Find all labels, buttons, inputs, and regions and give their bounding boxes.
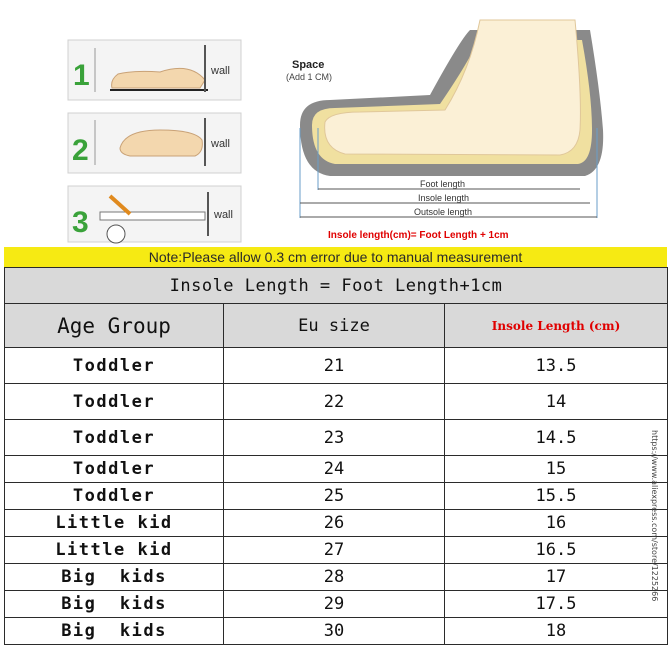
space-label: Space	[292, 59, 324, 71]
eu-cell: 28	[223, 563, 445, 591]
table-row: Toddler 24 15	[4, 455, 669, 483]
eu-cell: 26	[223, 509, 445, 537]
age-cell: Little kid	[4, 509, 224, 537]
foot-length-label: Foot length	[420, 179, 465, 189]
insole-cell: 17.5	[443, 590, 669, 618]
insole-cell: 13.5	[443, 347, 669, 384]
eu-cell: 24	[223, 455, 445, 483]
table-row: Toddler 22 14	[4, 383, 669, 420]
table-row: Toddler 25 15.5	[4, 482, 669, 510]
step-1-wall: wall	[210, 65, 230, 77]
size-table-wrapper: Insole Length = Foot Length+1cm Age Grou…	[3, 267, 669, 645]
table-row: Big kids 29 17.5	[4, 590, 669, 618]
table-title: Insole Length = Foot Length+1cm	[3, 267, 669, 304]
shoe-diagram: Space (Add 1 CM) Foot length Insole leng…	[286, 19, 604, 241]
eu-cell: 27	[223, 536, 445, 564]
step-3-number: 3	[72, 206, 89, 239]
insole-cell: 15.5	[443, 482, 669, 510]
table-row: Little kid 27 16.5	[4, 536, 669, 564]
eu-cell: 21	[223, 347, 445, 384]
insole-cell: 14.5	[443, 419, 669, 456]
table-title-row: Insole Length = Foot Length+1cm	[3, 267, 669, 304]
step-3-wall: wall	[213, 209, 233, 221]
header-eu-size: Eu size	[223, 303, 445, 348]
measurement-illustration: 1 wall 2 wall 3 wall Space (Add 1 CM) Fo…	[0, 0, 671, 247]
age-cell: Toddler	[4, 347, 224, 384]
space-sub-label: (Add 1 CM)	[286, 72, 332, 82]
table-header-row: Age Group Eu size Insole Length (cm)	[4, 303, 669, 348]
step-3-panel: 3 wall	[67, 185, 242, 244]
eu-cell: 22	[223, 383, 445, 420]
measurement-diagram: 1 wall 2 wall 3 wall Space (Add 1 CM) Fo…	[67, 19, 604, 244]
size-table: Insole Length = Foot Length+1cm Age Grou…	[3, 267, 669, 645]
step-1-number: 1	[73, 59, 90, 92]
age-cell: Toddler	[4, 482, 224, 510]
step-2-panel: 2 wall	[67, 112, 242, 174]
age-cell: Toddler	[4, 383, 224, 420]
age-cell: Little kid	[4, 536, 224, 564]
step-2-number: 2	[72, 134, 89, 167]
table-row: Toddler 23 14.5	[4, 419, 669, 456]
store-watermark: https://www.aliexpress.com/store/1225266	[650, 430, 659, 602]
insole-cell: 16.5	[443, 536, 669, 564]
eu-cell: 29	[223, 590, 445, 618]
header-insole-length: Insole Length (cm)	[443, 303, 669, 348]
insole-cell: 17	[443, 563, 669, 591]
step-1-panel: 1 wall	[67, 39, 242, 101]
age-cell: Big kids	[4, 617, 224, 645]
outsole-length-label: Outsole length	[414, 207, 472, 217]
formula-label: Insole length(cm)= Foot Length + 1cm	[328, 230, 509, 241]
insole-cell: 18	[443, 617, 669, 645]
eu-cell: 23	[223, 419, 445, 456]
table-row: Big kids 30 18	[4, 617, 669, 645]
table-row: Little kid 26 16	[4, 509, 669, 537]
age-cell: Toddler	[4, 455, 224, 483]
table-row: Big kids 28 17	[4, 563, 669, 591]
insole-cell: 15	[443, 455, 669, 483]
insole-cell: 16	[443, 509, 669, 537]
measurement-note: Note:Please allow 0.3 cm error due to ma…	[4, 247, 667, 267]
age-cell: Big kids	[4, 563, 224, 591]
insole-length-label: Insole length	[418, 193, 469, 203]
age-cell: Toddler	[4, 419, 224, 456]
step-2-wall: wall	[210, 138, 230, 150]
eu-cell: 25	[223, 482, 445, 510]
eu-cell: 30	[223, 617, 445, 645]
header-age-group: Age Group	[4, 303, 224, 348]
table-row: Toddler 21 13.5	[4, 347, 669, 384]
age-cell: Big kids	[4, 590, 224, 618]
insole-cell: 14	[443, 383, 669, 420]
